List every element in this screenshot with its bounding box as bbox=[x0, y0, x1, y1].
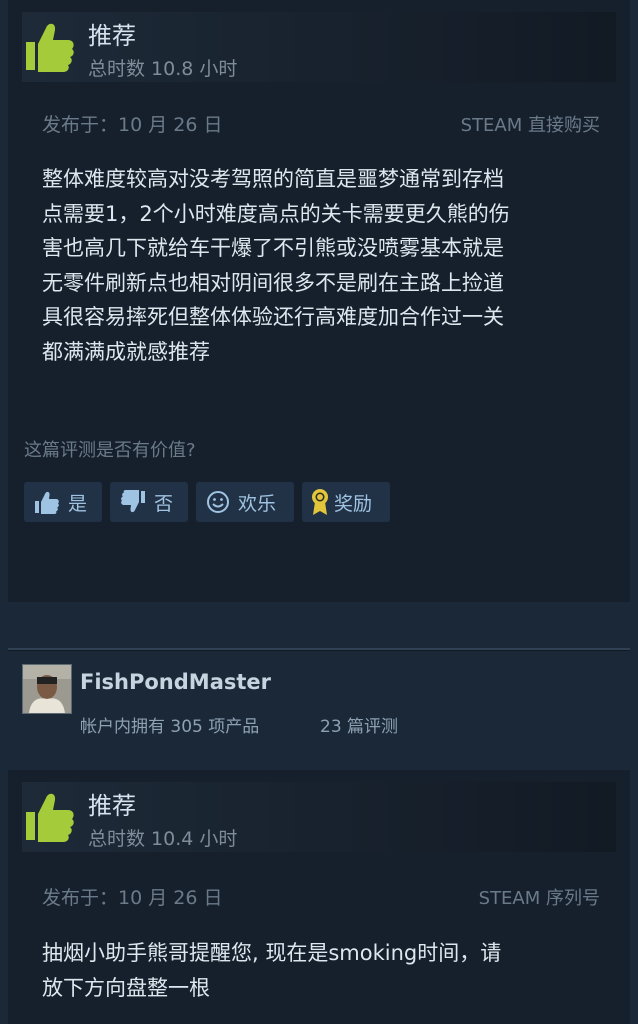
vote-funny-label: 欢乐 bbox=[238, 492, 277, 515]
recommendation-label: 推荐 bbox=[88, 22, 136, 50]
helpful-question: 这篇评测是否有价值? bbox=[24, 440, 196, 461]
recommendation-label: 推荐 bbox=[88, 792, 136, 820]
award-label: 奖励 bbox=[334, 492, 373, 515]
thumbs-up-icon bbox=[35, 491, 59, 514]
review-text: 抽烟小助手熊哥提醒您, 现在是smoking时间，请 放下方向盘整一根 bbox=[42, 936, 602, 1005]
review-text-line: 点需要1，2个小时难度高点的关卡需要更久熊的伤 bbox=[42, 201, 510, 226]
vote-yes-label: 是 bbox=[68, 492, 88, 515]
vote-no-label: 否 bbox=[154, 492, 174, 515]
avatar-image bbox=[23, 665, 71, 713]
avatar[interactable] bbox=[22, 664, 72, 714]
review-text: 整体难度较高对没考驾照的简直是噩梦通常到存档 点需要1，2个小时难度高点的关卡需… bbox=[42, 162, 602, 369]
review-card: 推荐 总时数 10.4 小时 发布于：10 月 26 日 STEAM 序列号 抽… bbox=[8, 770, 630, 1024]
posted-date: 发布于：10 月 26 日 bbox=[42, 114, 223, 136]
review-text-line: 无零件刷新点也相对阴间很多不是刷在主路上捡道 bbox=[42, 270, 504, 295]
review-text-line: 害也高几下就给车干爆了不引熊或没喷雾基本就是 bbox=[42, 236, 504, 260]
thumbs-up-icon bbox=[26, 793, 74, 842]
products-owned[interactable]: 帐户内拥有 305 项产品 bbox=[80, 712, 259, 737]
product-source: STEAM 序列号 bbox=[478, 888, 600, 909]
award-ribbon-icon bbox=[312, 489, 328, 515]
review-text-line: 都满满成就感推荐 bbox=[42, 339, 210, 364]
vote-yes-button[interactable]: 是 bbox=[24, 482, 102, 522]
review-text-line: 整体难度较高对没考驾照的简直是噩梦通常到存档 bbox=[42, 167, 504, 191]
recommendation-header[interactable]: 推荐 总时数 10.8 小时 bbox=[22, 12, 616, 82]
award-button[interactable]: 奖励 bbox=[302, 482, 390, 522]
product-source: STEAM 直接购买 bbox=[460, 115, 600, 136]
recommendation-header[interactable]: 推荐 总时数 10.4 小时 bbox=[22, 782, 616, 852]
thumbs-down-icon bbox=[121, 490, 145, 513]
review-count[interactable]: 23 篇评测 bbox=[320, 712, 398, 737]
review-text-line: 具很容易摔死但整体体验还行高难度加合作过一关 bbox=[42, 305, 504, 329]
posted-date: 发布于：10 月 26 日 bbox=[42, 887, 223, 909]
review-card: 推荐 总时数 10.8 小时 发布于：10 月 26 日 STEAM 直接购买 … bbox=[8, 0, 630, 602]
smiley-icon bbox=[207, 491, 229, 513]
review-text-line: 放下方向盘整一根 bbox=[42, 975, 210, 1000]
playtime-hours: 总时数 10.8 小时 bbox=[88, 58, 238, 80]
reviewer-name[interactable]: FishPondMaster bbox=[80, 670, 271, 694]
review-text-line: 抽烟小助手熊哥提醒您, 现在是smoking时间，请 bbox=[42, 941, 502, 965]
thumbs-up-icon bbox=[26, 23, 74, 72]
playtime-hours: 总时数 10.4 小时 bbox=[88, 828, 238, 850]
review-divider-shadow bbox=[8, 650, 630, 651]
vote-funny-button[interactable]: 欢乐 bbox=[196, 482, 294, 522]
vote-no-button[interactable]: 否 bbox=[110, 482, 188, 522]
